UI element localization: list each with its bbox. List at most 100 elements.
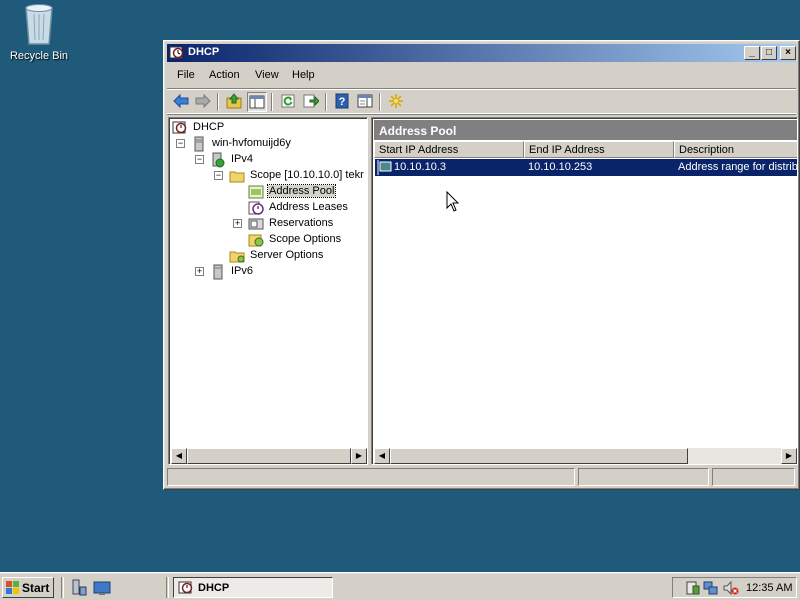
- server-icon: [194, 136, 204, 152]
- taskbar-separator: [61, 577, 64, 598]
- star-burst-icon: [389, 94, 403, 108]
- start-button[interactable]: Start: [2, 577, 54, 598]
- column-header-start-ip[interactable]: Start IP Address: [374, 141, 524, 158]
- tree-label: IPv4: [231, 153, 254, 165]
- folder-icon: [229, 171, 245, 183]
- collapse-toggle[interactable]: −: [195, 155, 204, 164]
- windows-logo-icon: [6, 581, 19, 594]
- column-header-end-ip[interactable]: End IP Address: [524, 141, 674, 158]
- expand-toggle[interactable]: +: [233, 219, 242, 228]
- table-row[interactable]: 10.10.10.3 10.10.10.253 Address range fo…: [375, 159, 798, 176]
- show-hide-tree-icon: [249, 95, 265, 109]
- scroll-right-button[interactable]: ▶: [351, 448, 367, 464]
- scroll-left-button[interactable]: ◀: [171, 448, 187, 464]
- tree-horizontal-scrollbar[interactable]: ◀ ▶: [171, 448, 367, 464]
- dhcp-icon: [178, 581, 193, 594]
- show-desktop-icon: [93, 581, 111, 595]
- refresh-button[interactable]: [278, 92, 298, 112]
- cell-start-ip: 10.10.10.3: [394, 161, 446, 173]
- volume-muted-icon[interactable]: [723, 580, 739, 596]
- minimize-button[interactable]: _: [744, 46, 760, 60]
- mouse-cursor-icon: [446, 191, 460, 212]
- menu-file[interactable]: File: [177, 69, 195, 81]
- server-options-icon: [229, 251, 245, 263]
- up-one-level-button[interactable]: [224, 92, 244, 112]
- toolbar-separator: [217, 93, 219, 111]
- reservations-icon: [248, 218, 264, 230]
- server-manager-icon: [72, 579, 87, 596]
- dhcp-window: DHCP _ □ × File Action View Help ? DHCP …: [163, 40, 800, 490]
- action-star-button[interactable]: [386, 92, 406, 112]
- tree-label: win-hvfomuijd6y: [212, 137, 291, 149]
- address-range-icon: [377, 160, 392, 175]
- scroll-left-button[interactable]: ◀: [374, 448, 390, 464]
- help-button[interactable]: ?: [332, 92, 352, 112]
- window-title: DHCP: [188, 46, 220, 58]
- address-leases-icon: [248, 201, 264, 215]
- recycle-bin-desktop-icon[interactable]: Recycle Bin: [4, 2, 74, 62]
- console-tree[interactable]: DHCP − win-hvfomuijd6y − IPv4 − Scope [1…: [168, 117, 368, 465]
- recycle-bin-icon: [25, 4, 53, 45]
- cell-description: Address range for distrib: [678, 161, 798, 173]
- network-icon[interactable]: [703, 580, 719, 596]
- forward-button[interactable]: [193, 92, 213, 112]
- menu-help[interactable]: Help: [292, 69, 315, 81]
- start-label: Start: [22, 581, 50, 595]
- toolbar-separator: [325, 93, 327, 111]
- forward-icon: [195, 93, 211, 109]
- menu-action[interactable]: Action: [209, 69, 240, 81]
- svg-text:?: ?: [339, 96, 346, 108]
- toolbar: ?: [167, 88, 796, 114]
- server-manager-quicklaunch[interactable]: [70, 579, 88, 597]
- menu-bar: File Action View Help: [167, 65, 796, 85]
- tree-label: DHCP: [193, 121, 225, 133]
- expand-toggle[interactable]: +: [195, 267, 204, 276]
- help-icon: ?: [335, 93, 349, 109]
- close-button[interactable]: ×: [780, 46, 796, 60]
- scope-options-icon: [248, 234, 264, 247]
- system-tray: 12:35 AM: [672, 577, 797, 598]
- collapse-toggle[interactable]: −: [176, 139, 185, 148]
- title-bar[interactable]: DHCP _ □ ×: [167, 44, 796, 62]
- scroll-thumb[interactable]: [187, 448, 351, 464]
- dhcp-app-icon: [169, 46, 184, 59]
- back-button[interactable]: [171, 92, 191, 112]
- column-header-description[interactable]: Description: [674, 141, 797, 158]
- tray-server-icon[interactable]: [685, 580, 701, 596]
- collapse-toggle[interactable]: −: [214, 171, 223, 180]
- up-folder-icon: [226, 93, 242, 109]
- status-field: [712, 468, 795, 486]
- show-desktop-quicklaunch[interactable]: [93, 579, 111, 597]
- recycle-bin-label: Recycle Bin: [9, 50, 69, 62]
- taskbar-separator: [166, 577, 169, 598]
- tree-label: Address Leases: [269, 201, 348, 213]
- tree-label: IPv6: [231, 265, 254, 277]
- scroll-thumb[interactable]: [390, 448, 688, 464]
- status-field: [167, 468, 575, 486]
- refresh-icon: [281, 94, 295, 108]
- address-pool-icon: [248, 185, 264, 199]
- maximize-button[interactable]: □: [761, 46, 777, 60]
- scroll-right-button[interactable]: ▶: [781, 448, 797, 464]
- ipv4-server-icon: [212, 152, 225, 168]
- export-list-button[interactable]: [301, 92, 321, 112]
- details-pane: Address Pool Start IP Address End IP Add…: [371, 117, 798, 465]
- export-list-icon: [303, 94, 319, 108]
- status-field: [578, 468, 709, 486]
- back-icon: [173, 93, 189, 109]
- cell-end-ip: 10.10.10.253: [528, 161, 593, 173]
- status-bar: [167, 468, 796, 487]
- tree-label: Server Options: [250, 249, 324, 261]
- details-horizontal-scrollbar[interactable]: ◀ ▶: [374, 448, 797, 464]
- taskbar: Start DHCP 12:35 AM: [0, 572, 800, 600]
- toolbar-separator: [379, 93, 381, 111]
- details-header: Address Pool: [374, 120, 797, 140]
- menu-view[interactable]: View: [255, 69, 279, 81]
- clock[interactable]: 12:35 AM: [746, 582, 792, 594]
- properties-view-button[interactable]: [355, 92, 375, 112]
- taskbar-button-dhcp[interactable]: DHCP: [173, 577, 333, 598]
- tree-label: Address Pool: [266, 184, 337, 198]
- show-hide-console-tree-button[interactable]: [247, 92, 267, 112]
- toolbar-separator: [271, 93, 273, 111]
- tree-label: Scope [10.10.10.0] tekr: [250, 169, 364, 181]
